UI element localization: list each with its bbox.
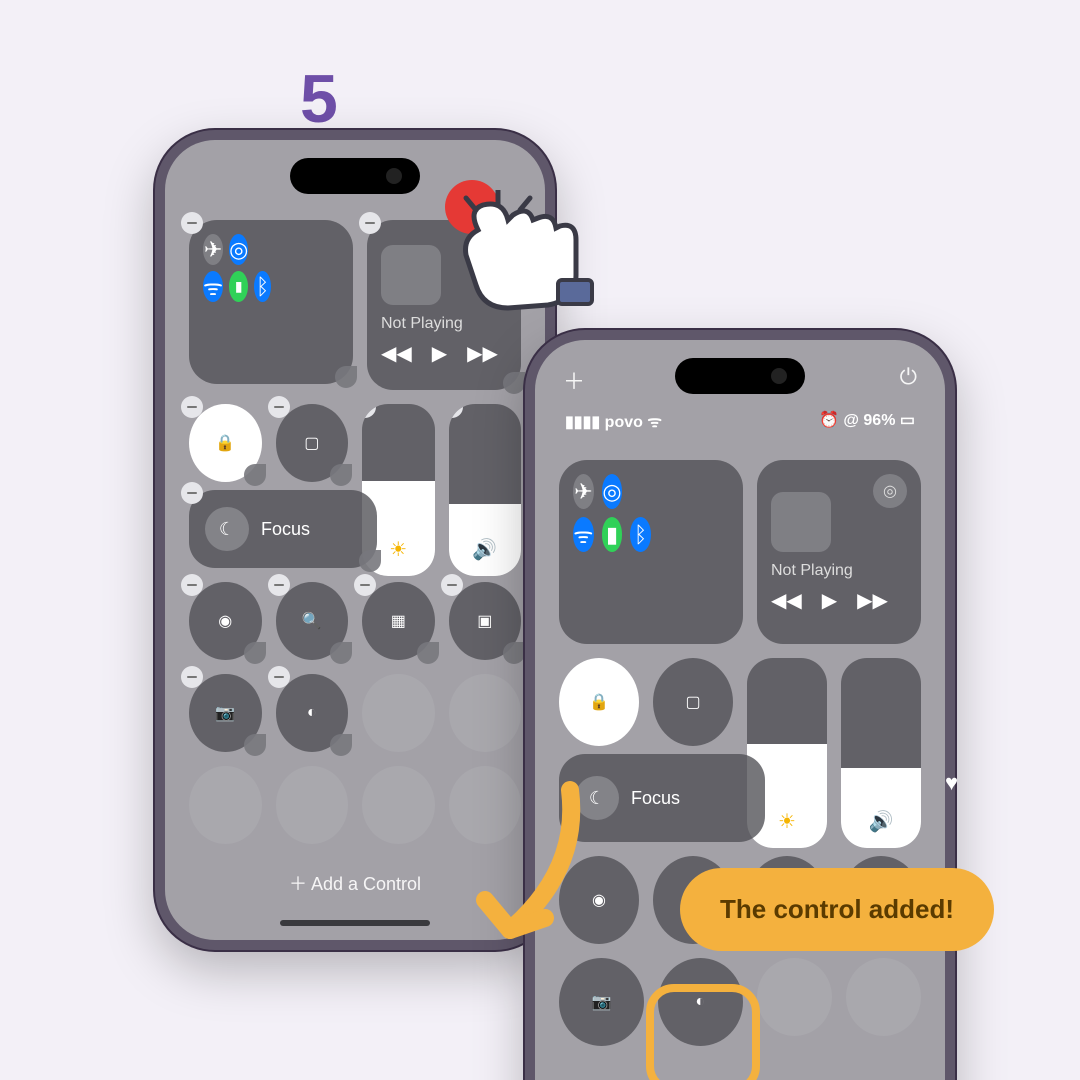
resize-handle-icon[interactable]: [244, 464, 266, 486]
phone-right-result: ＋ ⏻ ▮▮▮▮ povo ᯤ ⏰ @ 96% ▭ ✈︎ ◎ ᯤ ▮: [525, 330, 955, 1080]
home-indicator[interactable]: [280, 920, 430, 926]
volume-icon: 🔊: [841, 809, 921, 834]
rewind-icon[interactable]: ◀◀: [771, 588, 802, 613]
moon-icon: ☾: [575, 776, 619, 820]
connectivity-group[interactable]: ✈︎ ◎ ᯤ ▮ ᛒ: [559, 460, 743, 644]
add-icon[interactable]: ＋: [563, 364, 585, 396]
airplay-icon[interactable]: ◎: [473, 234, 507, 268]
orientation-lock-button[interactable]: 🔒: [559, 658, 639, 746]
carrier-label: povo: [605, 414, 643, 431]
camera-button[interactable]: 📷: [559, 958, 644, 1046]
volume-slider[interactable]: 🔊: [841, 658, 921, 848]
media-status-label: Not Playing: [771, 562, 853, 580]
remove-badge-icon[interactable]: [268, 396, 290, 418]
airplane-mode-icon[interactable]: ✈︎: [573, 474, 594, 509]
camera-button[interactable]: 📷: [189, 674, 262, 752]
tap-indicator: [445, 180, 499, 234]
volume-icon: 🔊: [449, 537, 522, 562]
play-icon[interactable]: ▶: [822, 588, 837, 613]
screen-record-button[interactable]: ◉: [189, 582, 262, 660]
remove-badge-icon[interactable]: [449, 404, 463, 418]
resize-handle-icon[interactable]: [330, 642, 352, 664]
resize-handle-icon[interactable]: [244, 734, 266, 756]
remove-badge-icon[interactable]: [181, 212, 203, 234]
remove-badge-icon[interactable]: [268, 574, 290, 596]
low-power-button[interactable]: ▣: [449, 582, 522, 660]
airdrop-icon[interactable]: ◎: [602, 474, 623, 509]
album-art-placeholder: [381, 245, 441, 305]
focus-label: Focus: [631, 788, 680, 809]
cellular-icon[interactable]: ▮: [229, 271, 248, 302]
empty-slot[interactable]: [449, 674, 522, 752]
moon-icon: ☾: [205, 507, 249, 551]
wifi-icon[interactable]: ᯤ: [573, 517, 594, 552]
heart-icon: ♥: [945, 770, 958, 796]
empty-slot[interactable]: [276, 766, 349, 844]
forward-icon[interactable]: ▶▶: [467, 341, 498, 366]
callout-label: The control added!: [680, 868, 994, 951]
focus-label: Focus: [261, 519, 310, 540]
volume-slider[interactable]: 🔊: [449, 404, 522, 576]
remove-badge-icon[interactable]: [268, 666, 290, 688]
phone-left-edit-mode: ✈︎ ◎ ᯤ ▮ ᛒ ◎ Not Playing: [155, 130, 555, 950]
remove-badge-icon[interactable]: [354, 574, 376, 596]
remove-badge-icon[interactable]: [441, 574, 463, 596]
remove-badge-icon[interactable]: [181, 666, 203, 688]
empty-slot[interactable]: [449, 766, 522, 844]
resize-handle-icon[interactable]: [244, 642, 266, 664]
airplay-icon[interactable]: ◎: [873, 474, 907, 508]
cellular-icon[interactable]: ▮: [602, 517, 623, 552]
resize-handle-icon[interactable]: [417, 642, 439, 664]
calculator-button[interactable]: ▦: [362, 582, 435, 660]
empty-slot: [757, 958, 832, 1036]
add-control-button[interactable]: ＋ Add a Control: [165, 870, 545, 896]
airdrop-icon[interactable]: ◎: [229, 234, 248, 265]
media-status-label: Not Playing: [381, 315, 463, 333]
bluetooth-icon[interactable]: ᛒ: [630, 517, 651, 552]
resize-handle-icon[interactable]: [503, 642, 525, 664]
media-playback-tile[interactable]: ◎ Not Playing ◀◀ ▶ ▶▶: [367, 220, 521, 390]
highlight-new-control: [646, 984, 760, 1080]
connectivity-group[interactable]: ✈︎ ◎ ᯤ ▮ ᛒ: [189, 220, 353, 384]
bluetooth-icon[interactable]: ᛒ: [254, 271, 271, 302]
album-art-placeholder: [771, 492, 831, 552]
empty-slot[interactable]: [362, 674, 435, 752]
orientation-lock-button[interactable]: 🔒: [189, 404, 262, 482]
resize-handle-icon[interactable]: [503, 372, 525, 394]
empty-slot[interactable]: [362, 766, 435, 844]
resize-handle-icon[interactable]: [359, 550, 381, 572]
remove-badge-icon[interactable]: [362, 404, 376, 418]
screen-mirroring-button[interactable]: ▢: [653, 658, 733, 746]
forward-icon[interactable]: ▶▶: [857, 588, 888, 613]
power-icon[interactable]: ⏻: [900, 364, 917, 396]
play-icon[interactable]: ▶: [432, 341, 447, 366]
remove-badge-icon[interactable]: [181, 574, 203, 596]
focus-button[interactable]: ☾ Focus: [559, 754, 765, 842]
signal-icon: ▮▮▮▮: [565, 414, 600, 431]
dynamic-island: [290, 158, 420, 194]
remove-badge-icon[interactable]: [359, 212, 381, 234]
magnifier-button[interactable]: 🔍: [276, 582, 349, 660]
remove-badge-icon[interactable]: [181, 396, 203, 418]
resize-handle-icon[interactable]: [335, 366, 357, 388]
wifi-status-icon: ᯤ: [647, 414, 662, 431]
airplane-mode-icon[interactable]: ✈︎: [203, 234, 223, 265]
orientation-status-icon: @: [843, 412, 859, 429]
screen-mirroring-button[interactable]: ▢: [276, 404, 349, 482]
screen-record-button[interactable]: ◉: [559, 856, 639, 944]
rewind-icon[interactable]: ◀◀: [381, 341, 412, 366]
battery-label: 96%: [863, 412, 895, 429]
media-playback-tile[interactable]: ◎ Not Playing ◀◀ ▶ ▶▶: [757, 460, 921, 644]
focus-button[interactable]: ☾ Focus: [189, 490, 377, 568]
remove-badge-icon[interactable]: [181, 482, 203, 504]
step-number: 5: [300, 60, 338, 138]
empty-slot[interactable]: [189, 766, 262, 844]
dark-mode-button[interactable]: ◐: [276, 674, 349, 752]
wifi-icon[interactable]: ᯤ: [203, 271, 223, 302]
status-bar: ▮▮▮▮ povo ᯤ ⏰ @ 96% ▭: [565, 410, 915, 432]
resize-handle-icon[interactable]: [330, 464, 352, 486]
alarm-icon: ⏰: [819, 412, 839, 429]
resize-handle-icon[interactable]: [330, 734, 352, 756]
empty-slot: [846, 958, 921, 1036]
